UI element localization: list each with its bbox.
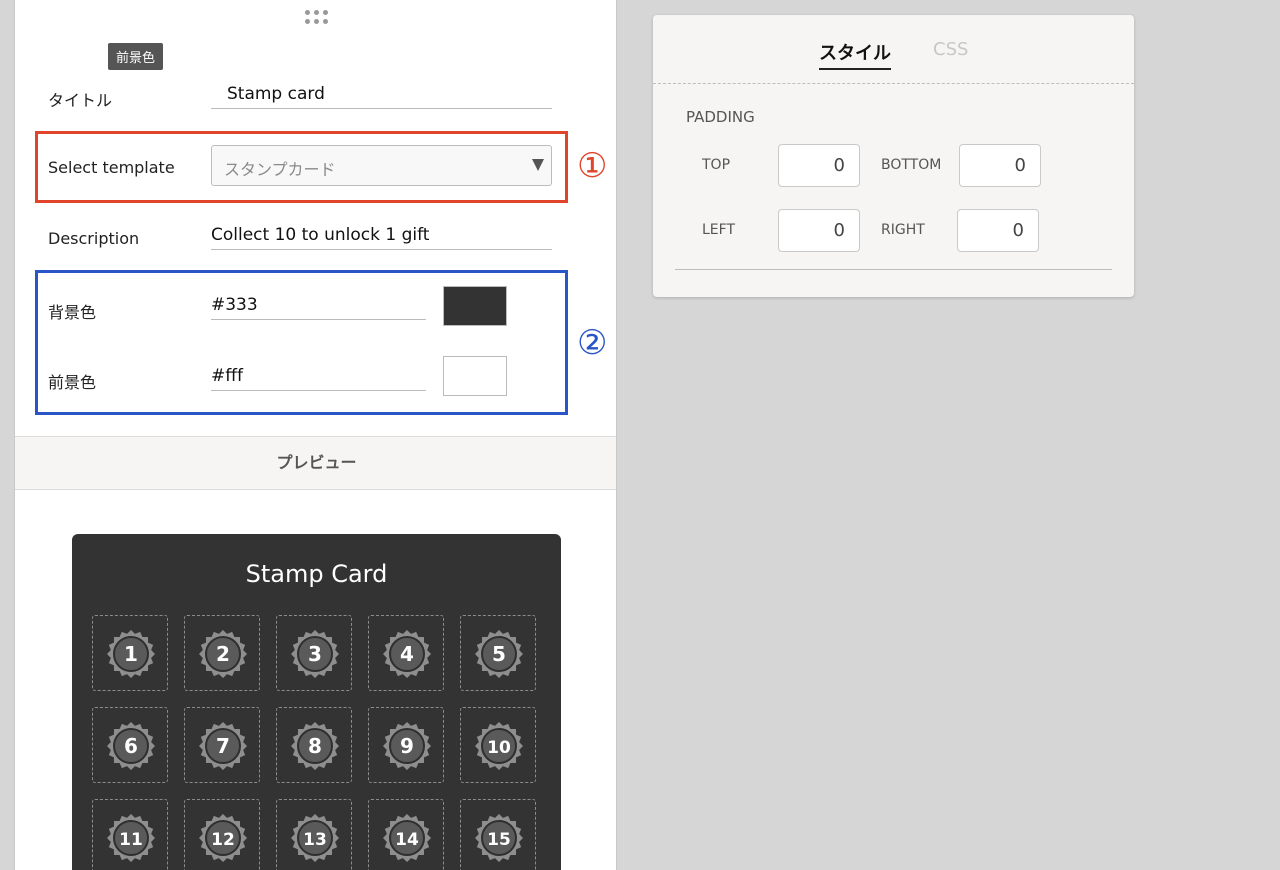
stamp-slot: 1 bbox=[92, 615, 168, 691]
padding-left-label: LEFT bbox=[702, 222, 736, 238]
stamp-number: 9 bbox=[400, 734, 414, 758]
stamp-slot: 11 bbox=[92, 799, 168, 870]
stamp-seal-icon: 2 bbox=[199, 630, 247, 678]
stamp-seal-icon: 8 bbox=[291, 722, 339, 770]
stamp-number: 10 bbox=[487, 738, 511, 758]
stamp-number: 5 bbox=[492, 642, 506, 666]
stamp-number: 1 bbox=[124, 642, 138, 666]
padding-left-input[interactable]: 0 bbox=[778, 209, 860, 252]
stamp-seal-icon: 10 bbox=[475, 722, 523, 770]
stamp-number: 6 bbox=[124, 734, 138, 758]
stamp-number: 2 bbox=[216, 642, 230, 666]
style-panel: スタイル CSS PADDING TOP 0 BOTTOM 0 LEFT 0 R… bbox=[653, 15, 1134, 297]
stamp-number: 11 bbox=[119, 830, 143, 850]
annotation-number-1: ① bbox=[577, 146, 608, 186]
annotation-box-2 bbox=[35, 270, 568, 415]
padding-top-label: TOP bbox=[702, 157, 731, 173]
tab-style[interactable]: スタイル bbox=[819, 39, 891, 70]
stamp-number: 3 bbox=[308, 642, 322, 666]
stamp-seal-icon: 11 bbox=[107, 814, 155, 862]
title-label: タイトル bbox=[48, 91, 113, 110]
drag-handle-icon[interactable] bbox=[305, 10, 329, 26]
stamp-seal-icon: 7 bbox=[199, 722, 247, 770]
preview-label: プレビュー bbox=[276, 453, 357, 472]
annotation-box-1 bbox=[35, 131, 568, 203]
padding-bottom-input[interactable]: 0 bbox=[959, 144, 1041, 187]
stamp-number: 12 bbox=[211, 830, 235, 850]
stamp-slot: 15 bbox=[460, 799, 536, 870]
stamp-seal-icon: 1 bbox=[107, 630, 155, 678]
padding-right-label: RIGHT bbox=[881, 222, 925, 238]
stamp-number: 14 bbox=[395, 830, 419, 850]
stamp-number: 8 bbox=[308, 734, 322, 758]
stamp-number: 13 bbox=[303, 830, 327, 850]
preview-header: プレビュー bbox=[15, 436, 616, 490]
card-title: Stamp Card bbox=[245, 560, 388, 588]
stamp-slot: 12 bbox=[184, 799, 260, 870]
divider bbox=[675, 269, 1112, 270]
stamp-seal-icon: 14 bbox=[383, 814, 431, 862]
stamp-seal-icon: 15 bbox=[475, 814, 523, 862]
stamp-seal-icon: 12 bbox=[199, 814, 247, 862]
stamp-seal-icon: 5 bbox=[475, 630, 523, 678]
stamp-slot: 8 bbox=[276, 707, 352, 783]
description-label: Description bbox=[48, 229, 140, 248]
stamp-card-preview: Stamp Card 1 2 3 4 5 6 7 8 9 10 11 12 13 14 15 bbox=[72, 534, 561, 870]
stamp-number: 15 bbox=[487, 830, 511, 850]
stamp-slot: 4 bbox=[368, 615, 444, 691]
stamp-slot: 14 bbox=[368, 799, 444, 870]
stamp-slot: 13 bbox=[276, 799, 352, 870]
padding-bottom-label: BOTTOM bbox=[881, 157, 942, 173]
description-input[interactable]: Collect 10 to unlock 1 gift bbox=[211, 225, 552, 250]
tooltip: 前景色 bbox=[108, 43, 164, 70]
stamp-slot: 7 bbox=[184, 707, 260, 783]
stamp-seal-icon: 6 bbox=[107, 722, 155, 770]
stamp-slot: 3 bbox=[276, 615, 352, 691]
padding-right-input[interactable]: 0 bbox=[957, 209, 1039, 252]
stamp-slot: 2 bbox=[184, 615, 260, 691]
title-input[interactable]: Stamp card bbox=[211, 84, 552, 109]
stamp-seal-icon: 4 bbox=[383, 630, 431, 678]
stamp-seal-icon: 3 bbox=[291, 630, 339, 678]
stamp-seal-icon: 13 bbox=[291, 814, 339, 862]
stamp-slot: 9 bbox=[368, 707, 444, 783]
tab-css[interactable]: CSS bbox=[933, 39, 968, 60]
stamp-slot: 6 bbox=[92, 707, 168, 783]
padding-top-input[interactable]: 0 bbox=[778, 144, 860, 187]
annotation-number-2: ② bbox=[577, 323, 608, 363]
stamp-number: 7 bbox=[216, 734, 230, 758]
padding-section-label: PADDING bbox=[686, 108, 755, 126]
style-tabs: スタイル CSS bbox=[653, 15, 1134, 84]
stamp-slot: 10 bbox=[460, 707, 536, 783]
stamp-slot: 5 bbox=[460, 615, 536, 691]
stamp-number: 4 bbox=[400, 642, 414, 666]
stamp-seal-icon: 9 bbox=[383, 722, 431, 770]
